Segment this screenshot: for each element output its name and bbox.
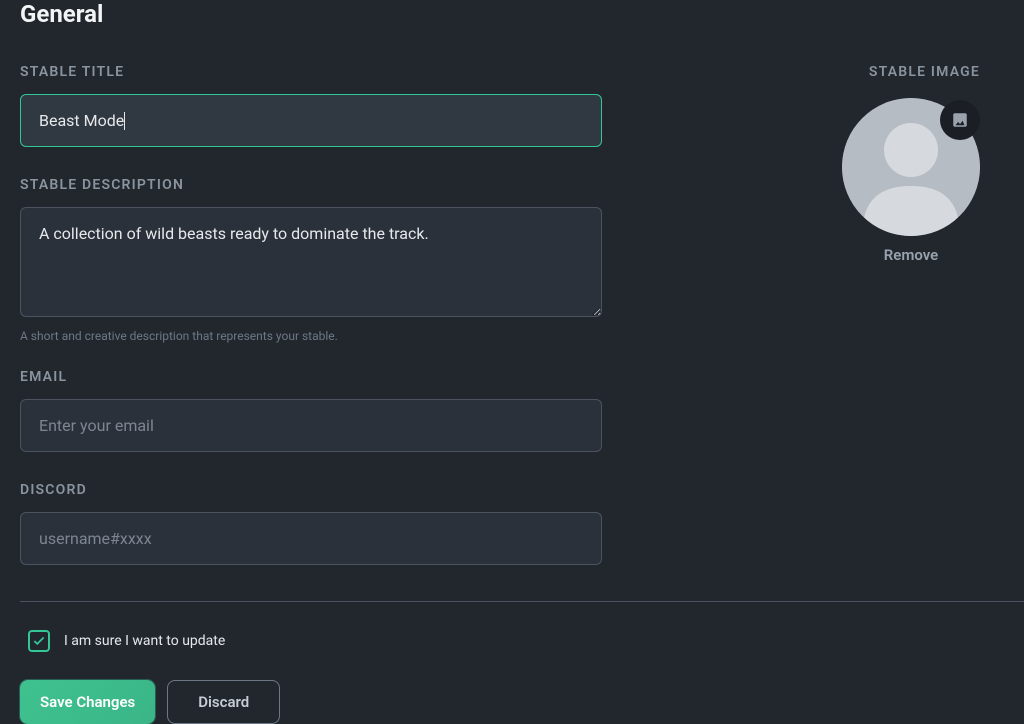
discord-label: DISCORD [20, 482, 602, 498]
email-label: EMAIL [20, 369, 602, 385]
confirm-update-label: I am sure I want to update [64, 633, 225, 649]
discard-button[interactable]: Discard [167, 680, 280, 724]
stable-title-label: STABLE TITLE [20, 64, 602, 80]
section-divider [20, 601, 1024, 602]
remove-image-button[interactable]: Remove [884, 246, 939, 264]
save-changes-button[interactable]: Save Changes [20, 680, 155, 724]
text-caret-icon [124, 112, 125, 130]
check-icon [32, 634, 46, 648]
stable-title-input[interactable]: Beast Mode [20, 94, 602, 147]
email-input[interactable] [20, 399, 602, 452]
stable-description-input[interactable] [20, 207, 602, 317]
stable-title-value: Beast Mode [39, 111, 124, 130]
stable-image-label: STABLE IMAGE [869, 64, 980, 80]
upload-image-button[interactable] [940, 100, 980, 140]
add-image-icon [951, 111, 969, 129]
confirm-update-checkbox[interactable] [28, 630, 50, 652]
stable-description-label: STABLE DESCRIPTION [20, 177, 602, 193]
page-title: General [20, 0, 1024, 28]
stable-description-hint: A short and creative description that re… [20, 329, 602, 343]
discord-input[interactable] [20, 512, 602, 565]
